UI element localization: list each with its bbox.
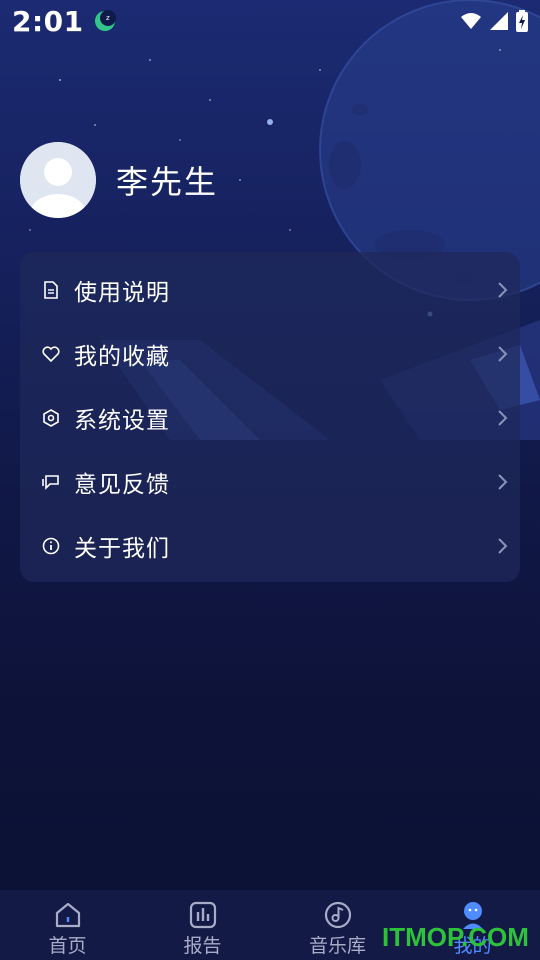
home-icon [55, 902, 80, 928]
sleep-mode-icon: z [94, 10, 116, 31]
info-icon [42, 537, 60, 555]
document-icon [42, 281, 60, 299]
tab-home[interactable]: 首页 [0, 890, 135, 960]
battery-charging-icon [516, 10, 528, 32]
username: 李先生 [116, 163, 219, 201]
menu-item-label: 使用说明 [74, 280, 170, 306]
chevron-right-icon [498, 410, 508, 426]
chevron-right-icon [498, 538, 508, 554]
status-bar: 2:01 z [0, 0, 540, 42]
report-icon [189, 901, 216, 929]
menu-item-settings[interactable]: 系统设置 [20, 386, 520, 450]
menu-item-instructions[interactable]: 使用说明 [20, 258, 520, 322]
menu-item-label: 我的收藏 [74, 344, 170, 370]
settings-icon [42, 409, 60, 427]
menu-item-label: 系统设置 [74, 408, 170, 434]
menu-item-about[interactable]: 关于我们 [20, 514, 520, 578]
feedback-icon [42, 473, 60, 491]
wifi-icon [461, 13, 481, 29]
tab-report[interactable]: 报告 [135, 890, 270, 960]
status-time: 2:01 [12, 4, 84, 38]
menu-item-label: 关于我们 [74, 536, 170, 562]
menu-item-favorites[interactable]: 我的收藏 [20, 322, 520, 386]
watermark: ITMOP.COM [382, 922, 529, 952]
tab-label: 报告 [183, 935, 222, 957]
chevron-right-icon [498, 346, 508, 362]
music-icon [324, 901, 351, 929]
signal-icon [490, 12, 508, 30]
tab-label: 音乐库 [308, 935, 366, 957]
svg-text:z: z [106, 14, 110, 22]
profile-header[interactable]: 李先生 [20, 142, 218, 218]
heart-icon [42, 345, 60, 363]
default-avatar-icon[interactable] [20, 142, 96, 218]
menu-item-feedback[interactable]: 意见反馈 [20, 450, 520, 514]
tab-label: 首页 [48, 935, 87, 957]
menu-card: 使用说明 我的收藏 系统设置 意见反馈 关于我们 [20, 252, 520, 582]
chevron-right-icon [498, 474, 508, 490]
chevron-right-icon [498, 282, 508, 298]
menu-item-label: 意见反馈 [74, 472, 170, 498]
